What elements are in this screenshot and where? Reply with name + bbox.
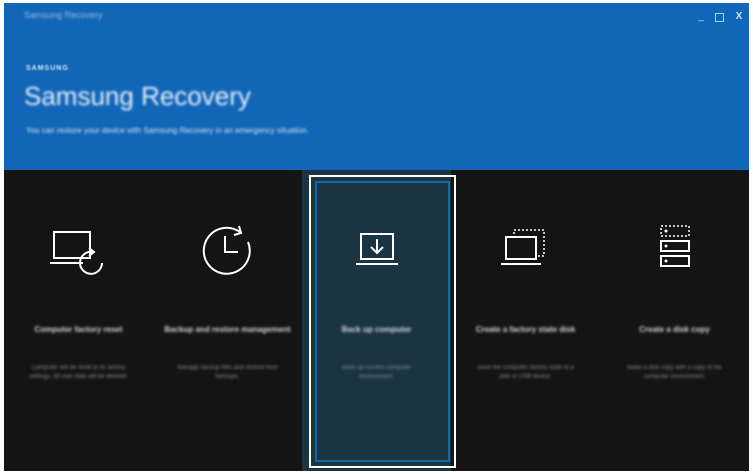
app-tagline: You can restore your device with Samsung… xyxy=(26,126,309,135)
tile-title: Create a disk copy xyxy=(639,325,710,334)
app-title: Samsung Recovery xyxy=(24,81,251,111)
window-title: Samsung Recovery xyxy=(24,10,103,20)
tile-back-up-computer[interactable]: Back up computer Back up current compute… xyxy=(302,170,451,471)
tile-description: Back up current computer environment. xyxy=(342,365,411,380)
maximize-icon xyxy=(715,13,724,22)
tile-title: Computer factory reset xyxy=(34,325,123,334)
minimize-button[interactable]: _ xyxy=(693,9,709,25)
factory-image-icon xyxy=(500,229,545,265)
feature-tiles: Computer factory reset Computer will be … xyxy=(4,170,749,471)
close-button[interactable]: X xyxy=(731,9,747,25)
tile-description: Manage backup files and restore from bac… xyxy=(177,365,278,380)
download-laptop-icon xyxy=(355,233,398,265)
app-window: Samsung Recovery _ X SAMSUNG Samsung Rec… xyxy=(4,3,749,471)
tile-description: Computer will be reset to its factory se… xyxy=(29,365,128,380)
tile-description: Save the computer factory state to a dis… xyxy=(477,365,574,380)
computer-factory-reset-icon xyxy=(49,231,103,275)
header-banner: Samsung Recovery _ X SAMSUNG Samsung Rec… xyxy=(4,3,749,170)
maximize-button[interactable] xyxy=(711,9,727,25)
tile-title: Back up computer xyxy=(341,325,412,334)
backup-restore-clock-icon xyxy=(202,225,251,275)
disk-copy-icon xyxy=(659,225,690,267)
tile-create-disk-copy[interactable]: Create a disk copy Make a disk copy with… xyxy=(600,170,749,471)
tile-create-factory-state-disk[interactable]: Create a factory state disk Save the com… xyxy=(451,170,600,471)
tile-title: Backup and restore management xyxy=(164,325,291,334)
tile-title: Create a factory state disk xyxy=(475,325,576,334)
tile-description: Make a disk copy with a copy of the comp… xyxy=(627,365,722,380)
brand-label: SAMSUNG xyxy=(26,65,69,72)
tile-backup-restore-management[interactable]: Backup and restore management Manage bac… xyxy=(153,170,302,471)
tile-computer-factory-reset[interactable]: Computer factory reset Computer will be … xyxy=(4,170,153,471)
